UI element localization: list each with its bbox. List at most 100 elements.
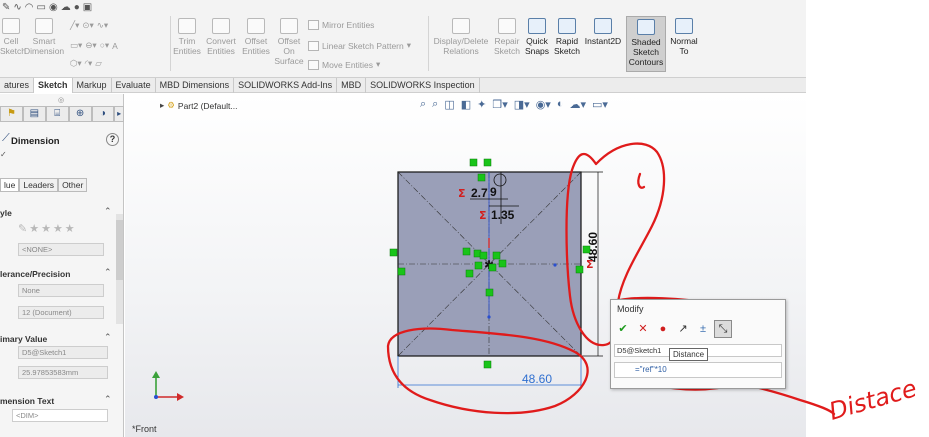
sketch-point[interactable] [553, 263, 557, 267]
zoom-to-area-icon[interactable]: ⌕ [432, 98, 438, 111]
line-tools-row[interactable]: ╱▾ ⊙▾ ∿▾ [70, 20, 108, 31]
circle-icon: ⊙▾ [82, 20, 94, 30]
cell-sketch-button[interactable]: Cell Sketch [0, 18, 26, 56]
linear-sketch-pattern-button[interactable]: Linear Sketch Pattern ▾ [308, 40, 411, 51]
chevron-up-icon[interactable]: ⌃ [104, 332, 112, 343]
convert-entities-button[interactable]: Convert Entities [204, 18, 238, 56]
style-dropdown[interactable]: <NONE> [18, 243, 104, 256]
primary-name-field[interactable]: D5@Sketch1 [18, 346, 108, 359]
smart-dimension-button[interactable]: Smart Dimension [24, 18, 64, 56]
tab-markup[interactable]: Markup [73, 78, 112, 93]
trim-entities-button[interactable]: Trim Entities [172, 18, 202, 56]
linear-pattern-icon [308, 40, 319, 51]
dimxpert-tab[interactable]: ⊕ [68, 106, 92, 122]
monitor-icon[interactable]: ▣ [83, 2, 92, 13]
dimension-value-input[interactable]: ="ref"*10 [614, 362, 782, 378]
horizontal-dimension-value[interactable]: 48.60 [522, 372, 552, 386]
collapse-handle-icon[interactable]: ◎ [58, 96, 64, 104]
polygon-tools-row[interactable]: ⬡▾ ◜▾ ▱ [70, 58, 102, 69]
chevron-up-icon[interactable]: ⌃ [104, 206, 112, 217]
tab-leaders[interactable]: Leaders [19, 178, 59, 192]
spline-tool-icon: ∿▾ [96, 20, 109, 30]
apply-scene-icon[interactable]: ☁▾ [569, 98, 586, 111]
cloud-icon[interactable]: ☁ [61, 2, 71, 13]
configuration-manager-tab[interactable]: ⌸ [45, 106, 69, 122]
tolerance-section-title: lerance/Precision [0, 269, 71, 279]
section-view-icon[interactable]: ◧ [461, 98, 471, 111]
offset-entities-button[interactable]: Offset Entities [240, 18, 272, 56]
primary-value-field[interactable]: 25.97853583mm [18, 366, 108, 379]
mirror-entities-button[interactable]: Mirror Entities [308, 20, 374, 30]
ok-button[interactable]: ✔ [614, 320, 632, 338]
dynamic-annotation-icon[interactable]: ✦ [477, 98, 486, 111]
equation-sigma-icon: Σ [586, 258, 594, 271]
tolerance-type-dropdown[interactable]: None [18, 284, 104, 297]
favorite-styles-icons[interactable]: ✎★★★★ [18, 222, 77, 235]
sphere-icon[interactable]: ● [74, 2, 80, 13]
cancel-button[interactable]: ✕ [634, 320, 652, 338]
help-button[interactable]: ? [106, 133, 119, 146]
tab-mbd-dimensions[interactable]: MBD Dimensions [156, 78, 235, 93]
tab-sketch[interactable]: Sketch [34, 78, 73, 93]
move-entities-button[interactable]: Move Entities ▾ [308, 59, 380, 70]
dimension-text-field[interactable]: <DIM> [12, 409, 108, 422]
edit-appearance-icon[interactable]: ◐ [557, 98, 564, 110]
dimension-subtabs: lue Leaders Other [0, 178, 88, 192]
modify-dialog: Modify ✔ ✕ ● ↗ ± ⤡ D5@Sketch1 Σ ="ref"*1… [610, 299, 786, 389]
previous-view-icon[interactable]: ◫ [444, 98, 454, 111]
top-dimension-overlap-value[interactable]: 9 [490, 185, 497, 199]
normal-to-icon [675, 18, 693, 34]
rapid-sketch-button[interactable]: Rapid Sketch [553, 18, 581, 56]
chevron-down-icon: ▾ [406, 40, 412, 50]
tab-solidworks-inspection[interactable]: SOLIDWORKS Inspection [366, 78, 480, 93]
tab-solidworks-addins[interactable]: SOLIDWORKS Add-Ins [234, 78, 338, 93]
view-orientation-label: *Front [132, 424, 157, 434]
pm-title: Dimension [11, 136, 60, 147]
pm-pushpin-icon[interactable]: ✓ [0, 150, 7, 159]
property-manager-tab[interactable]: ▤ [22, 106, 46, 122]
display-manager-tab[interactable]: ◑ [91, 106, 115, 122]
pm-scrollbar[interactable] [116, 214, 123, 324]
sketch-tool-icon[interactable]: ✎ [2, 2, 10, 13]
offset-on-surface-button[interactable]: Offset On Surface [274, 18, 304, 66]
mark-for-drawing-button[interactable]: ± [694, 320, 712, 338]
reverse-dimension-button[interactable]: ⤡ [714, 320, 732, 338]
tab-mbd[interactable]: MBD [337, 78, 367, 93]
instant2d-button[interactable]: Instant2D [583, 18, 623, 46]
chevron-up-icon[interactable]: ⌃ [104, 394, 112, 405]
flyout-feature-tree[interactable]: ▸ ⚙ Part2 (Default... [160, 100, 237, 111]
zoom-to-fit-icon[interactable]: ⌕ [420, 98, 426, 111]
sketch-point[interactable] [487, 315, 491, 319]
tab-value[interactable]: lue [0, 178, 20, 192]
spline-icon[interactable]: ∿ [13, 2, 21, 13]
polygon-icon: ⬡▾ [70, 58, 82, 68]
tab-evaluate[interactable]: Evaluate [112, 78, 156, 93]
tab-features[interactable]: atures [0, 78, 35, 93]
tab-other[interactable]: Other [58, 178, 88, 192]
tabs-scroll-right-icon[interactable]: ▸ [114, 106, 124, 122]
small-dimension-value[interactable]: 1.35 [491, 208, 515, 222]
offset-icon [247, 18, 265, 34]
tooltip: Distance [669, 348, 709, 361]
expand-arrow-icon[interactable]: ▸ [160, 100, 164, 111]
chevron-up-icon[interactable]: ⌃ [104, 267, 112, 278]
display-delete-relations-button[interactable]: Display/Delete Relations [431, 18, 491, 56]
shaded-sketch-contours-button[interactable]: Shaded Sketch Contours [626, 16, 666, 72]
display-icon[interactable]: ▭ [37, 2, 46, 13]
quick-snaps-button[interactable]: Quick Snaps [523, 18, 551, 56]
eye-icon[interactable]: ◉ [49, 2, 58, 13]
normal-to-button[interactable]: Normal To [668, 18, 700, 56]
arc-icon[interactable]: ◠ [25, 2, 34, 13]
top-dimension-value[interactable]: 2.7 [471, 186, 488, 200]
smart-dimension-icon [35, 18, 53, 34]
view-orientation-icon[interactable]: ❒▾ [492, 98, 507, 111]
feature-manager-tab[interactable]: ⚑ [0, 106, 23, 122]
reset-spin-increment-button[interactable]: ↗ [674, 320, 692, 338]
rect-tools-row[interactable]: ▭▾ ⊖▾ ○▾ A [70, 40, 118, 51]
display-style-icon[interactable]: ◨▾ [514, 98, 530, 111]
rebuild-button[interactable]: ● [654, 320, 672, 338]
view-settings-icon[interactable]: ▭▾ [592, 98, 608, 111]
repair-sketch-button[interactable]: Repair Sketch [493, 18, 521, 56]
hide-show-items-icon[interactable]: ◉▾ [536, 98, 551, 111]
precision-dropdown[interactable]: 12 (Document) [18, 306, 104, 319]
